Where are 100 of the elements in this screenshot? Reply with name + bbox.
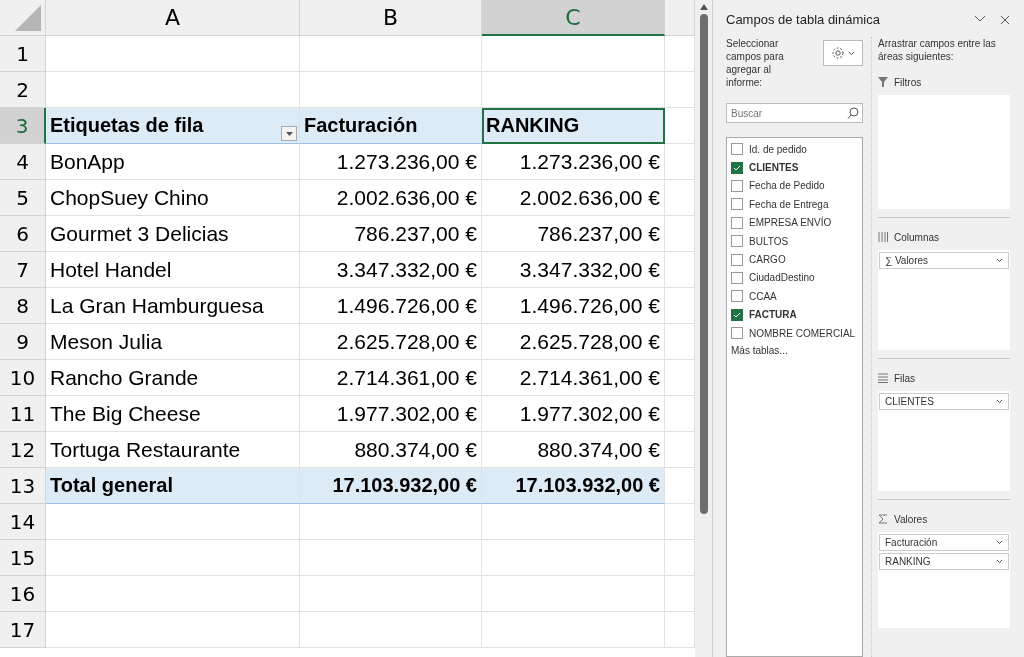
row-header[interactable]: 8 [0, 288, 46, 324]
column-header[interactable]: B [300, 0, 482, 36]
checkbox[interactable] [731, 253, 743, 266]
area-field-item[interactable]: ∑ Valores [879, 252, 1009, 269]
table-cell: 2.002.636,00 € [482, 180, 665, 216]
field-item[interactable]: FACTURA [731, 305, 858, 324]
row-header[interactable]: 12 [0, 432, 46, 468]
table-cell: The Big Cheese [46, 396, 300, 432]
table-cell: Hotel Handel [46, 252, 300, 288]
scrollbar-thumb[interactable] [699, 14, 708, 514]
checkbox[interactable] [731, 235, 743, 248]
row-header[interactable]: 7 [0, 252, 46, 288]
table-cell: 2.714.361,00 € [482, 360, 665, 396]
scroll-up-arrow-icon[interactable] [699, 4, 708, 10]
field-item[interactable]: Fecha de Pedido [731, 176, 858, 196]
chevron-down-icon [996, 258, 1003, 263]
columns-icon [878, 232, 888, 242]
checkbox[interactable] [731, 290, 743, 303]
field-item[interactable]: CCAA [731, 287, 858, 306]
table-cell: 17.103.932,00 € [482, 468, 665, 504]
column-header[interactable]: A [46, 0, 300, 36]
field-item[interactable]: CARGO [731, 250, 858, 269]
field-item[interactable]: Id. de pedido [731, 140, 858, 159]
area-field-item[interactable]: RANKING [879, 553, 1009, 570]
field-item[interactable]: Fecha de Entrega [731, 195, 858, 214]
field-item[interactable]: CiudadDestino [731, 268, 858, 288]
table-cell: 1.496.726,00 € [300, 288, 482, 324]
settings-icon [831, 46, 845, 60]
table-cell: 1.273.236,00 € [300, 144, 482, 180]
row-header[interactable]: 3 [0, 108, 46, 144]
filter-dropdown-button[interactable] [281, 126, 297, 141]
chevron-down-icon[interactable] [974, 14, 986, 23]
table-cell: 880.374,00 € [300, 432, 482, 468]
drop-area[interactable]: ∑ Valores [878, 250, 1010, 350]
rows-icon [878, 373, 888, 383]
table-cell: 2.002.636,00 € [300, 180, 482, 216]
row-header[interactable]: 4 [0, 144, 46, 180]
table-cell: 2.714.361,00 € [300, 360, 482, 396]
area-title: Columnas [894, 231, 940, 243]
table-cell: Meson Julia [46, 324, 300, 360]
row-header[interactable]: 9 [0, 324, 46, 360]
select-all-corner[interactable] [0, 0, 46, 36]
chevron-down-icon [996, 559, 1003, 564]
checkbox[interactable] [731, 216, 743, 229]
column-label-cell: Facturación [300, 108, 482, 144]
table-cell: 786.237,00 € [482, 216, 665, 252]
table-cell: La Gran Hamburguesa [46, 288, 300, 324]
drop-area[interactable]: CLIENTES [878, 391, 1010, 491]
table-cell: BonApp [46, 144, 300, 180]
row-header[interactable]: 10 [0, 360, 46, 396]
checkbox[interactable] [731, 271, 743, 284]
more-tables-link[interactable]: Más tablas... [731, 345, 858, 357]
table-cell: 880.374,00 € [482, 432, 665, 468]
row-header[interactable]: 16 [0, 576, 46, 612]
table-cell: 17.103.932,00 € [300, 468, 482, 504]
row-header[interactable]: 13 [0, 468, 46, 504]
checkbox[interactable] [731, 161, 743, 174]
table-cell: Gourmet 3 Delicias [46, 216, 300, 252]
checkbox[interactable] [731, 143, 743, 156]
table-cell: 1.977.302,00 € [300, 396, 482, 432]
table-cell: 786.237,00 € [300, 216, 482, 252]
row-header[interactable]: 11 [0, 396, 46, 432]
table-cell: 3.347.332,00 € [482, 252, 665, 288]
field-item[interactable]: BULTOS [731, 231, 858, 251]
checkbox[interactable] [731, 179, 743, 192]
checkbox[interactable] [731, 327, 743, 340]
column-label-cell: Etiquetas de fila [46, 108, 300, 144]
column-label-cell: RANKING [482, 108, 665, 144]
table-cell: Total general [46, 468, 300, 504]
table-cell: Tortuga Restaurante [46, 432, 300, 468]
row-header[interactable]: 14 [0, 504, 46, 540]
instruction-text: Seleccionar campos para agregar al informe: [726, 37, 785, 89]
row-header[interactable]: 2 [0, 72, 46, 108]
field-item[interactable]: CLIENTES [731, 158, 858, 177]
instruction-text: Arrastrar campos entre las áreas siguientes: [878, 37, 997, 63]
field-item[interactable]: NOMBRE COMERCIAL [731, 323, 858, 343]
row-header[interactable]: 15 [0, 540, 46, 576]
row-header[interactable]: 17 [0, 612, 46, 648]
field-item[interactable]: EMPRESA ENVÍO [731, 213, 858, 232]
settings-button[interactable] [823, 40, 863, 66]
drop-area[interactable]: Facturación RANKING [878, 532, 1010, 628]
sigma-icon [878, 514, 888, 524]
table-cell: Rancho Grande [46, 360, 300, 396]
chevron-down-icon [996, 399, 1003, 404]
area-title: Filas [894, 372, 916, 384]
area-field-item[interactable]: Facturación [879, 534, 1009, 551]
checkbox[interactable] [731, 308, 743, 321]
close-icon[interactable] [1000, 14, 1010, 25]
area-field-item[interactable]: CLIENTES [879, 393, 1009, 410]
column-header[interactable]: C [482, 0, 665, 36]
row-header[interactable]: 6 [0, 216, 46, 252]
vertical-scrollbar[interactable] [695, 0, 713, 657]
row-header[interactable]: 1 [0, 36, 46, 72]
table-cell: 1.496.726,00 € [482, 288, 665, 324]
area-title: Valores [894, 513, 928, 525]
search-field[interactable]: Buscar [726, 103, 863, 123]
chevron-down-icon [848, 50, 855, 56]
row-header[interactable]: 5 [0, 180, 46, 216]
checkbox[interactable] [731, 198, 743, 211]
table-cell: 1.273.236,00 € [482, 144, 665, 180]
